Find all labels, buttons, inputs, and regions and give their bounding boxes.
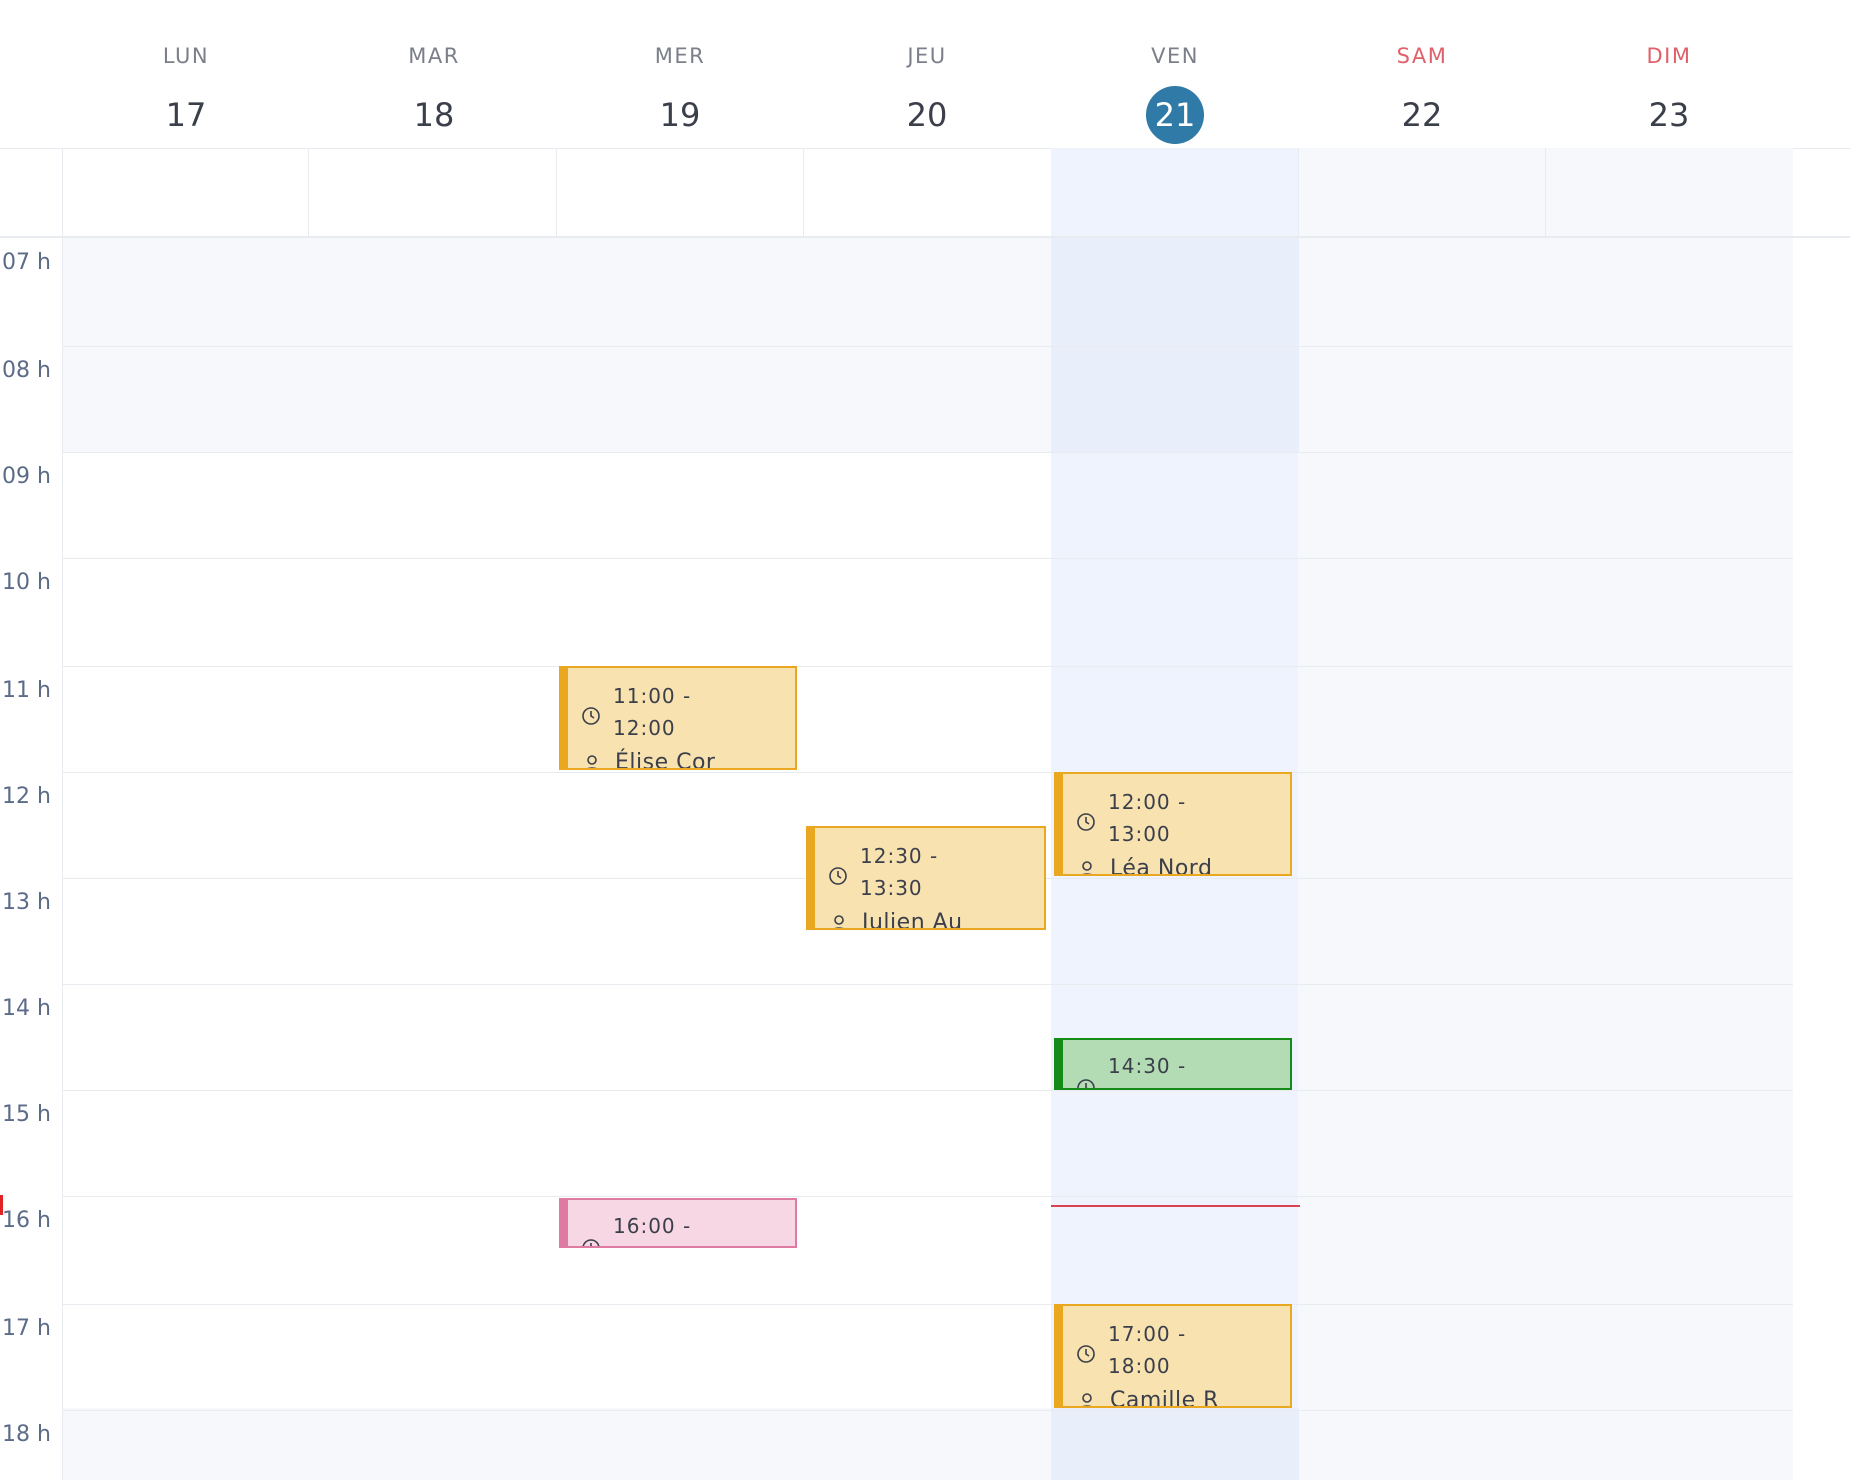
day-header-jeu[interactable]: JEU 20 bbox=[803, 26, 1051, 148]
day-number[interactable]: 18 bbox=[405, 86, 463, 144]
top-bar bbox=[0, 0, 1850, 27]
current-time-marker bbox=[0, 1195, 3, 1215]
allday-cell[interactable] bbox=[556, 148, 804, 236]
allday-cell[interactable] bbox=[62, 148, 310, 236]
hour-label: 15 h bbox=[2, 1102, 51, 1127]
calendar-event[interactable]: 14:30 - bbox=[1054, 1038, 1292, 1090]
hour-line bbox=[62, 666, 1793, 667]
day-name: DIM bbox=[1646, 44, 1692, 68]
day-header-mar[interactable]: MAR 18 bbox=[310, 26, 558, 148]
evening-hours-shade bbox=[62, 1408, 1051, 1480]
hour-line bbox=[62, 984, 1793, 985]
day-name: JEU bbox=[907, 44, 947, 68]
day-number[interactable]: 19 bbox=[651, 86, 709, 144]
hour-line bbox=[62, 1304, 1793, 1305]
person-icon bbox=[587, 755, 597, 768]
calendar-event[interactable]: 12:30 - 13:30 Julien Au bbox=[806, 826, 1046, 930]
hour-label: 08 h bbox=[2, 358, 51, 383]
hour-line bbox=[62, 558, 1793, 559]
person-icon bbox=[1082, 1393, 1092, 1406]
day-header-mer[interactable]: MER 19 bbox=[556, 26, 804, 148]
hour-line bbox=[62, 452, 1793, 453]
event-start-time: 11:00 - bbox=[613, 684, 692, 708]
day-header-sam[interactable]: SAM 22 bbox=[1298, 26, 1546, 148]
calendar-event[interactable]: 11:00 - 12:00 Élise Cor bbox=[559, 666, 797, 770]
hour-line bbox=[62, 1090, 1793, 1091]
early-hours-shade bbox=[62, 238, 1051, 452]
day-number[interactable]: 20 bbox=[898, 86, 956, 144]
event-start-time: 14:30 - bbox=[1108, 1054, 1187, 1078]
clock-icon bbox=[582, 707, 600, 725]
event-person: Léa Nord bbox=[1110, 856, 1213, 876]
allday-cell[interactable] bbox=[1545, 148, 1793, 236]
event-person: Camille R bbox=[1110, 1388, 1219, 1408]
hour-line bbox=[62, 346, 1793, 347]
day-number[interactable]: 23 bbox=[1640, 86, 1698, 144]
hour-label: 12 h bbox=[2, 784, 51, 809]
calendar-grid: 07 h 08 h 09 h 10 h 11 h 12 h 13 h 14 h … bbox=[0, 148, 1850, 1480]
day-header-dim[interactable]: DIM 23 bbox=[1545, 26, 1793, 148]
day-name: MAR bbox=[408, 44, 460, 68]
day-name: MER bbox=[654, 44, 706, 68]
allday-cell[interactable] bbox=[803, 148, 1051, 236]
hour-label: 10 h bbox=[2, 570, 51, 595]
event-end-time: 12:00 bbox=[613, 716, 676, 740]
clock-icon bbox=[829, 867, 847, 885]
person-icon bbox=[834, 915, 844, 928]
allday-cell[interactable] bbox=[308, 148, 556, 236]
hour-label: 09 h bbox=[2, 464, 51, 489]
hour-label: 07 h bbox=[2, 250, 51, 275]
allday-cell[interactable] bbox=[1298, 148, 1546, 236]
early-hours-shade-today bbox=[1051, 238, 1299, 452]
week-header: LUN 17 MAR 18 MER 19 JEU 20 VEN 21 SAM 2… bbox=[0, 26, 1850, 149]
clock-icon bbox=[1077, 1345, 1095, 1363]
day-number[interactable]: 22 bbox=[1393, 86, 1451, 144]
day-number[interactable]: 17 bbox=[157, 86, 215, 144]
allday-cell[interactable] bbox=[1051, 148, 1299, 236]
hour-label: 17 h bbox=[2, 1316, 51, 1341]
clock-icon bbox=[582, 1239, 600, 1246]
calendar-event[interactable]: 16:00 - bbox=[559, 1198, 797, 1248]
hour-line bbox=[62, 772, 1793, 773]
clock-icon bbox=[1077, 813, 1095, 831]
hour-label: 11 h bbox=[2, 678, 51, 703]
event-end-time: 13:30 bbox=[860, 876, 923, 900]
day-header-ven[interactable]: VEN 21 bbox=[1051, 26, 1299, 148]
event-end-time: 18:00 bbox=[1108, 1354, 1171, 1378]
today-day-number[interactable]: 21 bbox=[1146, 86, 1204, 144]
day-name: SAM bbox=[1396, 44, 1448, 68]
current-time-line bbox=[1051, 1205, 1300, 1207]
event-start-time: 12:00 - bbox=[1108, 790, 1187, 814]
event-start-time: 17:00 - bbox=[1108, 1322, 1187, 1346]
day-name: VEN bbox=[1151, 44, 1199, 68]
event-start-time: 12:30 - bbox=[860, 844, 939, 868]
calendar-event[interactable]: 17:00 - 18:00 Camille R bbox=[1054, 1304, 1292, 1408]
hour-label: 16 h bbox=[2, 1208, 51, 1233]
person-icon bbox=[1082, 861, 1092, 874]
day-header-lun[interactable]: LUN 17 bbox=[62, 26, 310, 148]
hour-line bbox=[62, 1410, 1793, 1411]
evening-hours-shade-today bbox=[1051, 1408, 1299, 1480]
hour-label: 14 h bbox=[2, 996, 51, 1021]
event-end-time: 13:00 bbox=[1108, 822, 1171, 846]
hour-label: 18 h bbox=[2, 1422, 51, 1447]
weekend-columns[interactable] bbox=[1298, 148, 1793, 1480]
calendar-event[interactable]: 12:00 - 13:00 Léa Nord bbox=[1054, 772, 1292, 876]
clock-icon bbox=[1077, 1079, 1095, 1088]
hour-line bbox=[62, 1196, 1793, 1197]
time-gutter-divider bbox=[62, 148, 63, 1480]
allday-divider bbox=[0, 236, 1850, 238]
event-person: Julien Au bbox=[862, 910, 963, 930]
hour-label: 13 h bbox=[2, 890, 51, 915]
event-start-time: 16:00 - bbox=[613, 1214, 692, 1238]
day-name: LUN bbox=[162, 44, 210, 68]
event-person: Élise Cor bbox=[615, 750, 716, 770]
